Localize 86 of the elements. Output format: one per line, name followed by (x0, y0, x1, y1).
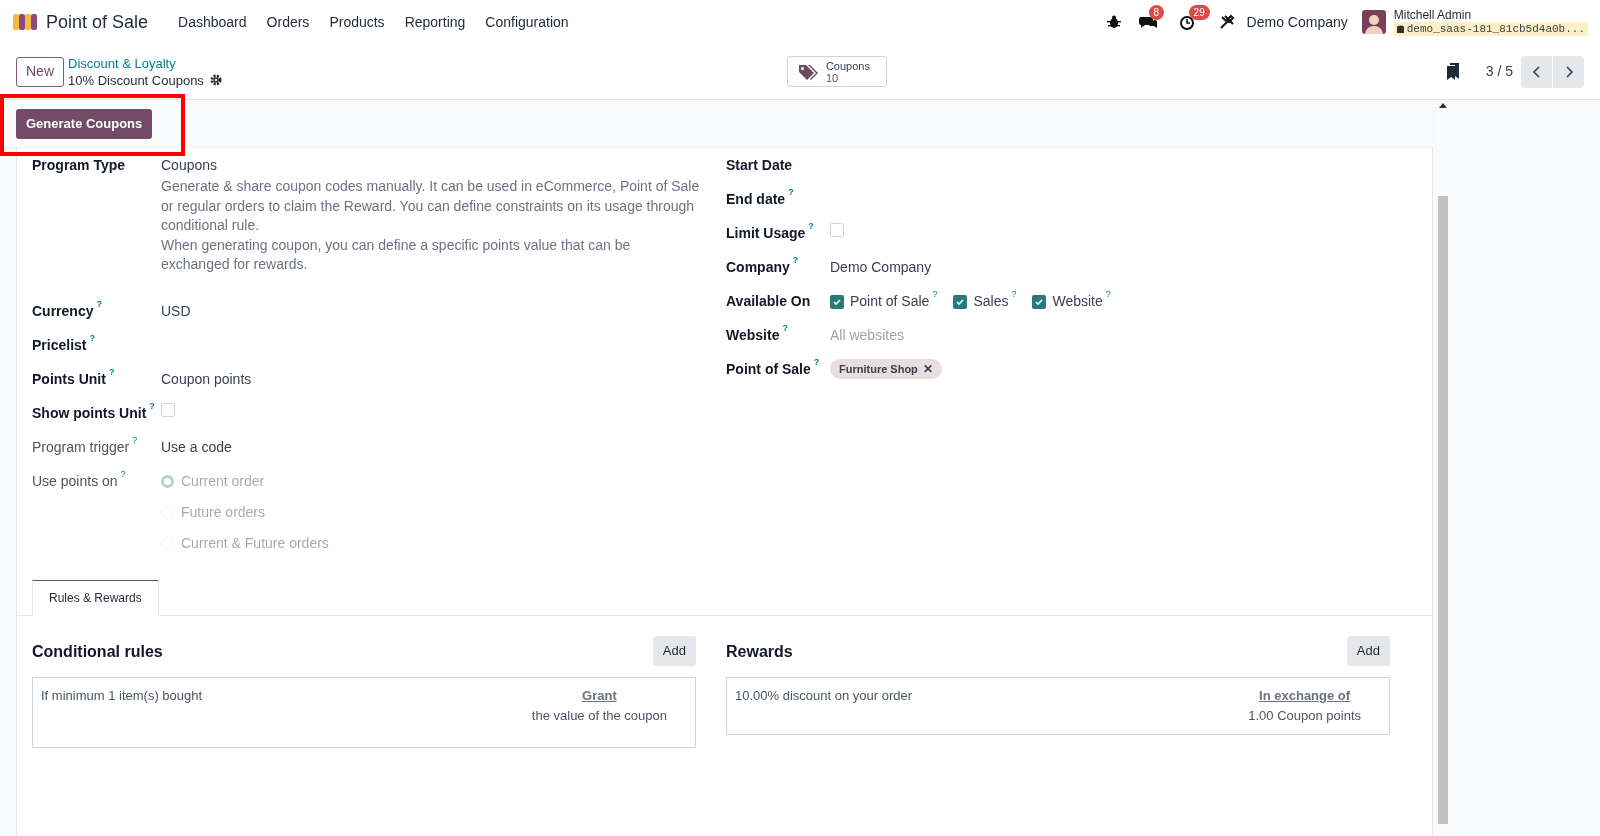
tooltip-mark[interactable]: ? (813, 357, 820, 367)
tooltip-mark[interactable]: ? (788, 187, 794, 197)
field-label: End date (726, 190, 786, 209)
tooltip-mark[interactable]: ? (808, 221, 814, 231)
smart-button-label: Coupons (825, 59, 870, 72)
tag-icon[interactable] (797, 62, 820, 81)
option-label[interactable]: Website (1052, 291, 1103, 312)
tooltip-mark[interactable]: ? (149, 400, 155, 411)
tooltip-mark[interactable]: ? (89, 332, 95, 343)
notification-badge: 8 (1148, 5, 1165, 20)
remove-icon[interactable]: ✕ (922, 360, 933, 378)
checkbox[interactable] (161, 402, 175, 417)
scroll-up-icon[interactable] (1439, 102, 1447, 108)
rule-card[interactable]: If minimum 1 item(s) bought Grant the value of the coupon (32, 676, 696, 748)
field-label: Start Date (726, 156, 793, 175)
tooltip-mark[interactable]: ? (792, 255, 799, 265)
new-button[interactable]: New (16, 56, 64, 87)
coupons-smart-button[interactable]: Coupons 10 (786, 56, 887, 87)
option-label[interactable]: Point of Sale (850, 291, 930, 312)
menu-item[interactable]: Products (319, 11, 395, 33)
tooltip-mark[interactable]: ? (1011, 289, 1017, 299)
tooltip-mark[interactable]: ? (96, 298, 102, 309)
field-label: Program trigger (32, 437, 130, 457)
record-title: 10% Discount Coupons (68, 71, 204, 89)
database-icon[interactable] (1396, 24, 1404, 34)
menu-item[interactable]: Dashboard (168, 11, 257, 33)
tools-icon[interactable] (1218, 14, 1235, 30)
checkbox[interactable] (830, 223, 844, 237)
user-name[interactable]: Mitchell Admin (1393, 8, 1588, 22)
chat-icon[interactable] (1138, 14, 1157, 30)
section-title: Rewards (726, 641, 793, 662)
previous-button[interactable] (1521, 55, 1552, 88)
next-button[interactable] (1553, 55, 1584, 88)
section-title: Conditional rules (32, 641, 163, 662)
field-label: Currency (32, 301, 94, 321)
pager-value[interactable]: 3 / 5 (1485, 61, 1513, 82)
tag-chip[interactable]: Furniture Shop ✕ (830, 359, 942, 379)
field-value[interactable]: USD (161, 300, 191, 322)
tooltip-mark[interactable]: ? (782, 323, 788, 333)
rule-detail: the value of the coupon (531, 706, 667, 725)
add-button[interactable]: Add (652, 635, 696, 666)
field-label: Point of Sale (726, 360, 811, 379)
field-label: Show points Unit (32, 403, 147, 423)
rule-text: If minimum 1 item(s) bought (41, 686, 203, 705)
avatar-icon[interactable] (1361, 10, 1386, 34)
breadcrumb-link[interactable]: Discount & Loyalty (68, 54, 222, 72)
field-label: Company (726, 258, 790, 277)
field-value[interactable]: Coupon points (161, 368, 252, 390)
tooltip-mark[interactable]: ? (108, 366, 115, 377)
field-label: Pricelist (32, 335, 87, 355)
tooltip-mark[interactable]: ? (132, 434, 138, 445)
option-label[interactable]: Sales (973, 291, 1009, 312)
field-label: Limit Usage (726, 224, 806, 243)
smart-button-count: 10 (825, 71, 839, 84)
menu-item[interactable]: Reporting (394, 11, 476, 33)
tab[interactable]: Rules & Rewards (32, 579, 159, 616)
tooltip-mark[interactable]: ? (932, 289, 938, 299)
company-name[interactable]: Demo Company (1246, 11, 1348, 33)
rule-text: 10.00% discount on your order (735, 686, 913, 705)
field-label: Available On (726, 292, 811, 311)
clock-icon[interactable] (1178, 14, 1197, 30)
database-name: demo_saas-181_81cb5d4a0b... (1406, 22, 1585, 36)
add-button[interactable]: Add (1346, 635, 1390, 666)
field-label: Program Type (32, 156, 126, 175)
field-label: Use points on (32, 471, 118, 491)
app-name[interactable]: Point of Sale (46, 8, 149, 36)
field-value[interactable]: Use a code (161, 436, 232, 458)
bookmark-icon[interactable] (1445, 63, 1460, 80)
tooltip-mark[interactable]: ? (1105, 289, 1111, 299)
settings-icon[interactable] (209, 74, 222, 86)
program-description: Generate & share coupon codes manually. It can be used in eCommerce, Point of Sale or regular orders to claim the Reward. You can define constraints on its usage through conditional rule. When generating coupon, you can define a specific points value that can be exchanged for rewards. (161, 177, 701, 274)
field-label: Points Unit (32, 369, 106, 389)
scrollbar-thumb[interactable] (1438, 196, 1448, 824)
app-logo-icon[interactable] (12, 12, 38, 32)
rule-card[interactable]: 10.00% discount on your order In exchange of 1.00 Coupon points (726, 676, 1390, 735)
field-value[interactable]: Coupons (161, 155, 218, 176)
menu-item[interactable]: Configuration (475, 11, 579, 33)
rule-detail: 1.00 Coupon points (1248, 706, 1361, 725)
field-label: Website (726, 326, 780, 345)
rule-link[interactable]: In exchange of (1259, 685, 1351, 706)
bug-icon[interactable] (1106, 15, 1121, 29)
generate-button[interactable]: Generate Coupons (16, 108, 153, 139)
menu-item[interactable]: Orders (256, 11, 320, 33)
field-value[interactable]: Demo Company (830, 257, 932, 278)
notification-badge: 29 (1188, 5, 1210, 20)
rule-link[interactable]: Grant (582, 685, 617, 706)
